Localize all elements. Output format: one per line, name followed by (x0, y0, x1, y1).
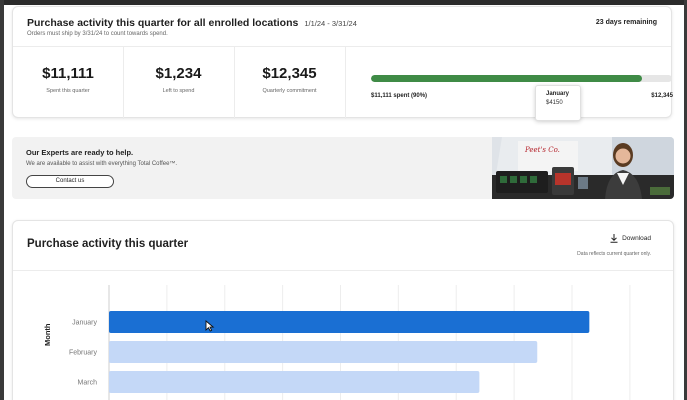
stat-spent: $11,111 Spent this quarter (13, 47, 123, 119)
data-note: Data reflects current quarter only. (577, 251, 651, 257)
tooltip-month: January (546, 91, 570, 97)
mouse-cursor-icon (205, 320, 215, 332)
photo-sign-text: Peet's Co. (524, 146, 560, 154)
stat-divider (345, 47, 346, 119)
chart-bar-january[interactable] (109, 311, 590, 333)
stat-spent-label: Spent this quarter (46, 88, 90, 94)
purchase-activity-card: Purchase activity this quarter Download … (12, 220, 674, 400)
summary-title-text: Purchase activity this quarter for all e… (27, 17, 299, 29)
stat-commitment-value: $12,345 (262, 65, 317, 82)
expert-face-shape (615, 148, 631, 164)
tooltip-value: $4150 (546, 100, 563, 106)
chart-ylabel: Month (43, 323, 52, 347)
download-button[interactable]: Download (610, 234, 651, 243)
expert-photo-image: Peet's Co. (492, 137, 674, 199)
chart-category-label: February (69, 350, 98, 357)
progress-spent-label: $11,111 spent (90%) (371, 93, 428, 99)
chart-category-label: March (78, 380, 98, 387)
activity-title: Purchase activity this quarter (27, 238, 189, 250)
experts-title: Our Experts are ready to help. (26, 148, 134, 157)
stat-left-to-spend: $1,234 Left to spend (123, 47, 234, 119)
summary-subtitle: Orders must ship by 3/31/24 to count tow… (27, 31, 168, 37)
spend-progress: $11,111 spent (90%) $12,345 (358, 47, 673, 119)
download-icon (610, 234, 618, 243)
activity-header: Purchase activity this quarter Download … (13, 221, 673, 271)
download-label: Download (622, 235, 651, 242)
days-remaining: 23 days remaining (595, 19, 657, 26)
progress-fill (371, 75, 642, 82)
experts-banner: Our Experts are ready to help. We are av… (12, 137, 674, 199)
stat-commitment-label: Quarterly commitment (262, 88, 317, 94)
window-left-edge (0, 0, 4, 400)
chart-tooltip: January $4150 (535, 85, 581, 121)
progress-track (371, 75, 672, 82)
window-top-bar (0, 0, 687, 5)
experts-subtitle: We are available to assist with everythi… (26, 161, 178, 167)
stat-left-label: Left to spend (162, 88, 195, 94)
summary-dates: 1/1/24 - 3/31/24 (304, 19, 357, 28)
stat-commitment: $12,345 Quarterly commitment (234, 47, 345, 119)
contact-us-button[interactable]: Contact us (26, 175, 114, 188)
stat-spent-value: $11,111 (42, 65, 94, 82)
purchase-bar-chart: January February March (69, 285, 631, 400)
chart-category-label: January (72, 320, 97, 327)
chart-bar-february[interactable] (109, 341, 538, 363)
chart-bar-march[interactable] (109, 371, 480, 393)
progress-total-label: $12,345 (651, 93, 673, 99)
summary-title: Purchase activity this quarter for all e… (27, 17, 357, 29)
summary-header: Purchase activity this quarter for all e… (13, 7, 671, 47)
stat-left-value: $1,234 (155, 65, 202, 82)
